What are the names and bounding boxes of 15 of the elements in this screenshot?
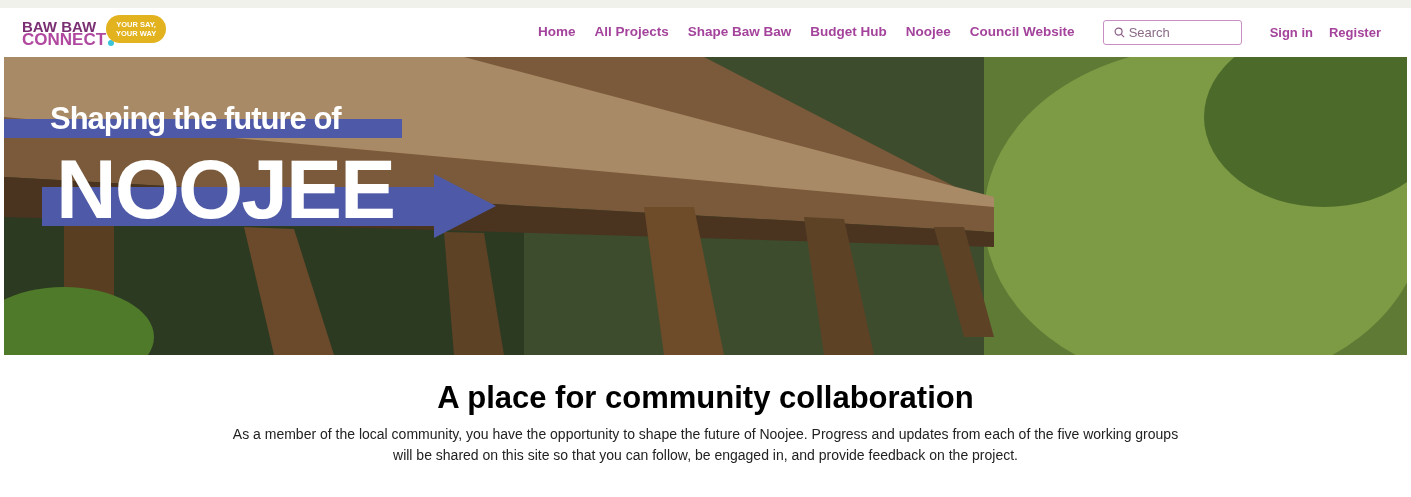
nav-link[interactable]: All Projects xyxy=(594,22,669,43)
search-icon xyxy=(1113,27,1125,38)
nav-link[interactable]: Shape Baw Baw xyxy=(687,22,792,43)
intro-paragraph: As a member of the local community, you have the opportunity to shape the future of Noojee. Progress and updates from each of the five working groups will be shared on this site so that you can follow, be engaged in, and provide feedback on the project. xyxy=(231,425,1180,465)
nav-link[interactable]: Council Website xyxy=(969,22,1075,43)
nav-link[interactable]: Home xyxy=(538,22,576,43)
logo-text: BAW BAW xyxy=(22,19,97,33)
search-field[interactable]: Search xyxy=(1102,20,1242,45)
hero-tagline: Shaping the future of xyxy=(50,100,341,138)
account-link[interactable]: Sign in xyxy=(1269,22,1313,43)
nav-link[interactable]: Budget Hub xyxy=(810,22,887,43)
logo-text: CONNECT xyxy=(22,32,107,46)
account-link[interactable]: Register xyxy=(1328,22,1381,43)
nav-link[interactable]: Noojee xyxy=(905,22,951,43)
section-heading: A place for community collaboration xyxy=(437,379,974,417)
